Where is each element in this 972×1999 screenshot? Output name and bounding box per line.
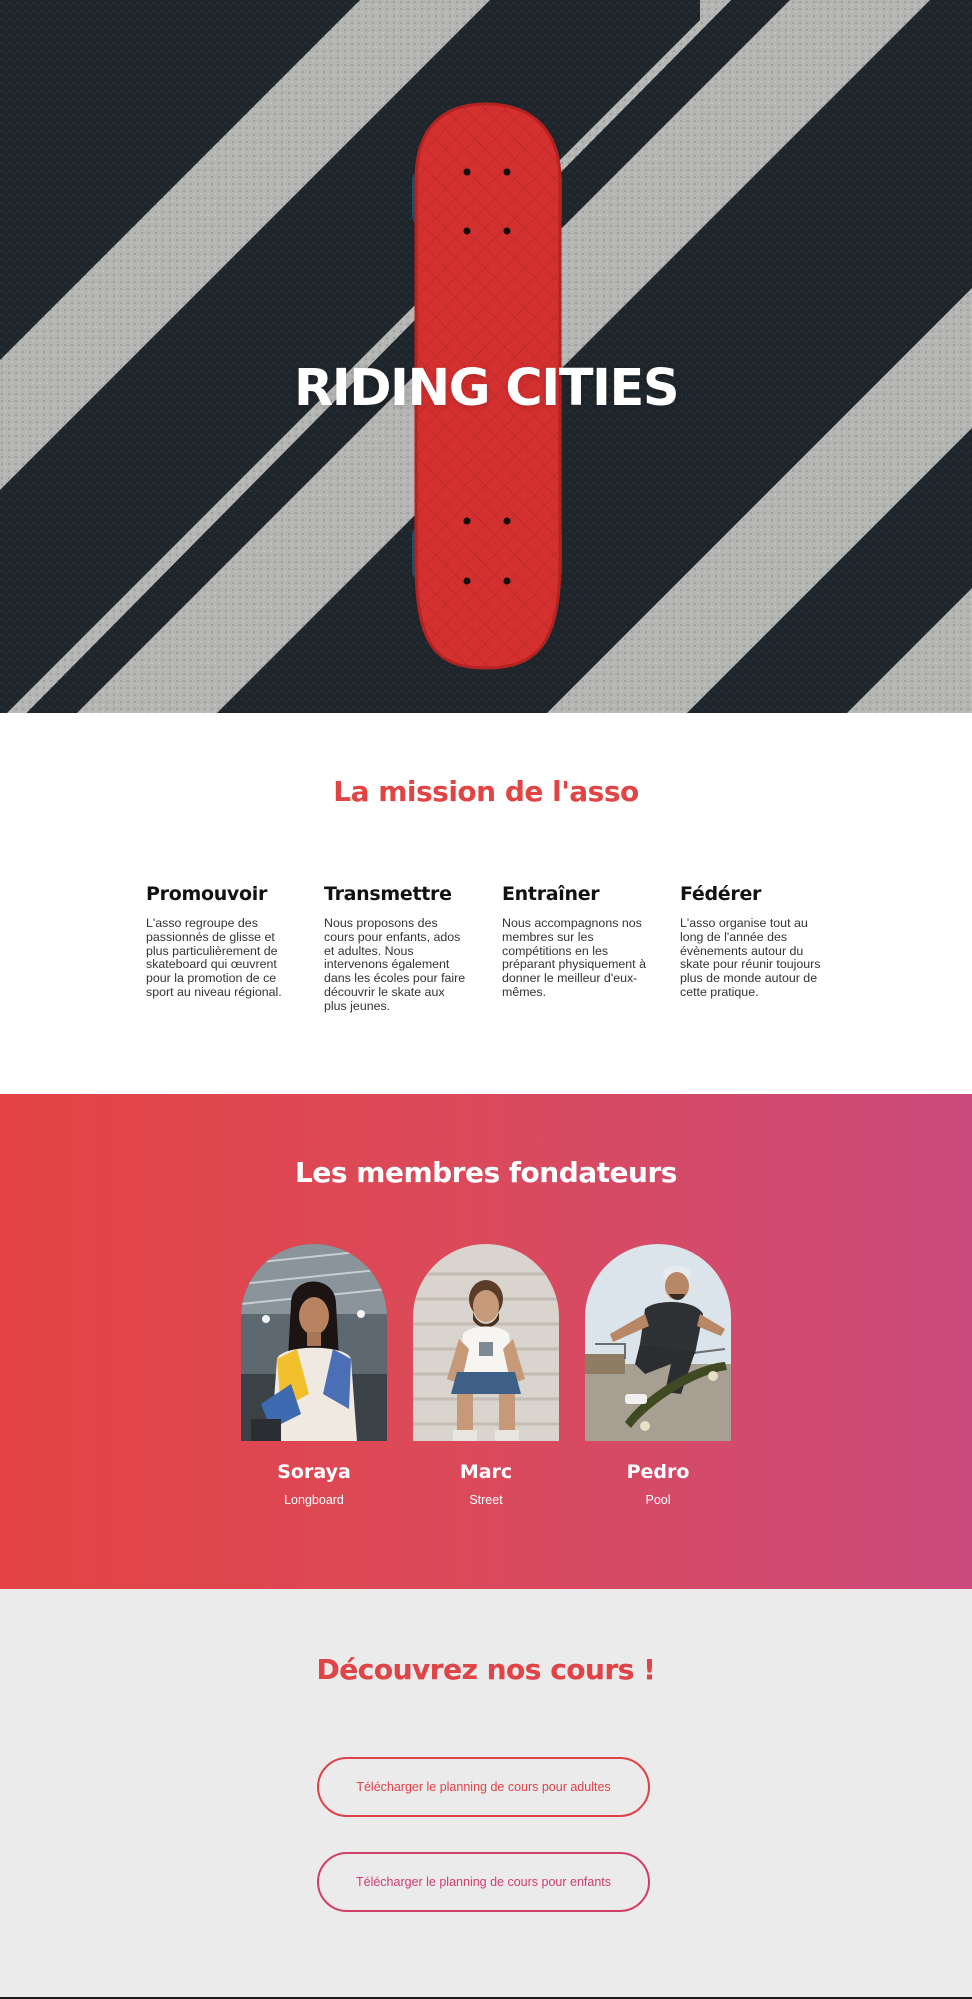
member-photo bbox=[241, 1244, 387, 1441]
member-name: Marc bbox=[459, 1461, 513, 1483]
member-name: Soraya bbox=[277, 1461, 351, 1483]
pillar-text: Nous proposons des cours pour enfants, a… bbox=[324, 916, 466, 1013]
member-name: Pedro bbox=[626, 1461, 690, 1483]
mission-pillars: Promouvoir L'asso regroupe des passionné… bbox=[146, 883, 858, 1014]
pillar-title: Transmettre bbox=[324, 883, 452, 905]
pillar-title: Promouvoir bbox=[146, 883, 268, 905]
member-discipline: Pool bbox=[645, 1493, 671, 1507]
member-discipline: Longboard bbox=[284, 1493, 344, 1507]
download-kids-schedule-button[interactable]: Télécharger le planning de cours pour en… bbox=[317, 1852, 650, 1912]
hero-banner: RIDING CITIES bbox=[0, 0, 972, 713]
member-card-marc: Marc Street bbox=[413, 1244, 559, 1507]
mission-section: La mission de l'asso Promouvoir L'asso r… bbox=[0, 713, 972, 1094]
founders-section: Les membres fondateurs Soraya Longboard … bbox=[0, 1094, 972, 1589]
member-photo bbox=[585, 1244, 731, 1441]
member-discipline: Street bbox=[469, 1493, 503, 1507]
mission-heading: La mission de l'asso bbox=[333, 775, 639, 808]
member-card-soraya: Soraya Longboard bbox=[241, 1244, 387, 1507]
founders-list: Soraya Longboard Marc Street Pedro Pool bbox=[0, 1244, 972, 1507]
member-card-pedro: Pedro Pool bbox=[585, 1244, 731, 1507]
courses-section: Découvrez nos cours ! Télécharger le pla… bbox=[0, 1589, 972, 1997]
pillar-promouvoir: Promouvoir L'asso regroupe des passionné… bbox=[146, 883, 324, 1014]
pillar-federer: Fédérer L'asso organise tout au long de … bbox=[680, 883, 858, 1014]
pillar-text: L'asso regroupe des passionnés de glisse… bbox=[146, 916, 282, 999]
pillar-entrainer: Entraîner Nous accompagnons nos membres … bbox=[502, 883, 680, 1014]
pillar-text: Nous accompagnons nos membres sur les co… bbox=[502, 916, 646, 999]
skateboard-on-crosswalk-image bbox=[0, 0, 972, 713]
courses-heading: Découvrez nos cours ! bbox=[0, 1589, 972, 1686]
site-title: RIDING CITIES bbox=[293, 359, 680, 419]
pillar-title: Fédérer bbox=[680, 883, 762, 905]
pillar-transmettre: Transmettre Nous proposons des cours pou… bbox=[324, 883, 502, 1014]
pillar-text: L'asso organise tout au long de l'année … bbox=[680, 916, 821, 999]
download-adult-schedule-button[interactable]: Télécharger le planning de cours pour ad… bbox=[317, 1757, 650, 1817]
founders-heading: Les membres fondateurs bbox=[295, 1156, 677, 1189]
pillar-title: Entraîner bbox=[502, 883, 600, 905]
member-photo bbox=[413, 1244, 559, 1441]
